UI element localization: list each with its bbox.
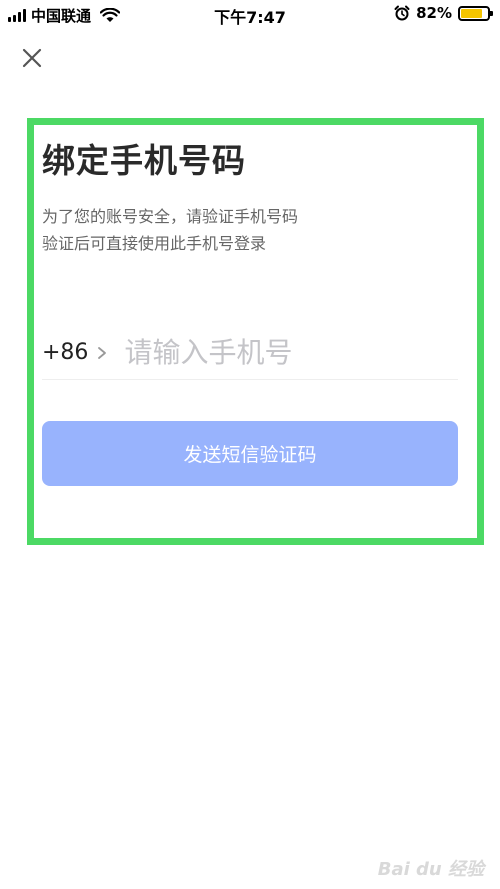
status-bar: 中国联通 下午7:47 82% [0, 0, 500, 28]
battery-percent: 82% [416, 4, 452, 22]
country-code: +86 [42, 340, 89, 365]
phone-input[interactable] [124, 336, 445, 369]
description-line-2: 验证后可直接使用此手机号登录 [42, 234, 267, 253]
description-line-1: 为了您的账号安全，请验证手机号码 [42, 207, 299, 226]
status-right: 82% [394, 4, 493, 22]
country-code-selector[interactable]: +86 [42, 340, 108, 365]
send-sms-code-button[interactable]: 发送短信验证码 [42, 421, 458, 486]
chevron-right-icon [98, 346, 107, 359]
watermark: Bai du 经验 [377, 859, 484, 880]
battery-level [461, 8, 483, 18]
battery-icon [458, 5, 493, 21]
page-title: 绑定手机号码 [42, 141, 246, 180]
page-description: 为了您的账号安全，请验证手机号码 验证后可直接使用此手机号登录 [42, 203, 298, 257]
phone-row: +86 [42, 326, 458, 380]
close-icon[interactable] [18, 44, 46, 72]
alarm-icon [394, 5, 410, 21]
